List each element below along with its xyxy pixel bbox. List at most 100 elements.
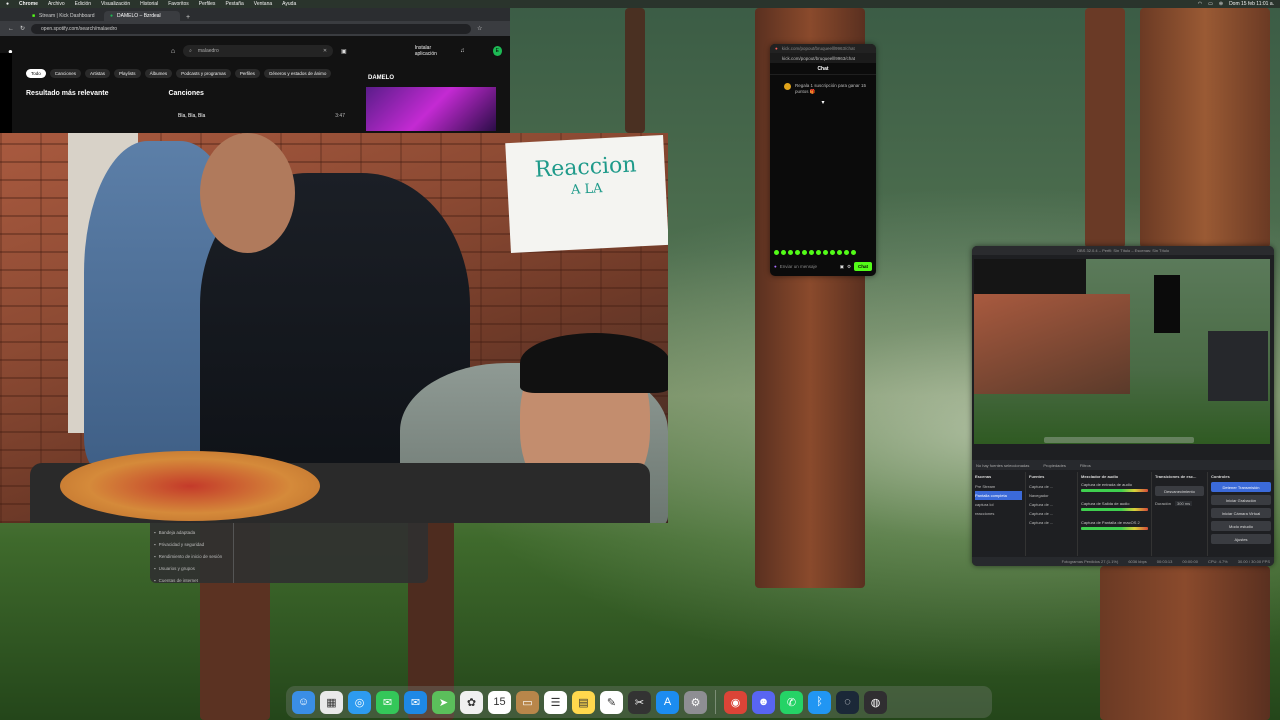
reload-icon[interactable]: ↻ <box>20 25 25 32</box>
filters-button[interactable]: Filtros <box>1080 463 1091 468</box>
safari-icon[interactable]: ◎ <box>348 690 371 714</box>
discord-icon[interactable]: ☻ <box>752 690 775 714</box>
chip-perfiles[interactable]: Perfiles <box>234 68 260 78</box>
menu-perfiles[interactable]: Perfiles <box>199 1 216 7</box>
chat-send-button[interactable]: Chat <box>854 262 872 271</box>
chip-playlists[interactable]: Playlists <box>114 68 141 78</box>
home-icon[interactable]: ⌂ <box>171 48 175 55</box>
browse-icon[interactable]: ▣ <box>341 48 347 55</box>
chat-input[interactable]: Enviar un mensaje <box>780 264 837 269</box>
settings-item[interactable]: ▪ Rendimiento de inicio de sesión <box>154 550 229 562</box>
emote-icon[interactable] <box>851 250 856 255</box>
notes-brown-icon[interactable]: ▭ <box>516 690 539 714</box>
menu-favoritos[interactable]: Favoritos <box>168 1 189 7</box>
settings-icon[interactable]: ⚙ <box>847 264 851 270</box>
source-item[interactable]: Captura de ... <box>1029 482 1074 491</box>
settings-item[interactable]: ▪ Usuarios y grupos <box>154 562 229 574</box>
search-input[interactable]: ⌕ malaedro ✕ <box>183 45 334 57</box>
chip-podcasts[interactable]: Podcasts y programas <box>176 68 231 78</box>
emote-icon[interactable] <box>823 250 828 255</box>
freeform-icon[interactable]: ✎ <box>600 690 623 714</box>
bookmark-star-icon[interactable]: ☆ <box>477 25 482 32</box>
menu-archivo[interactable]: Archivo <box>48 1 65 7</box>
emote-icon[interactable] <box>816 250 821 255</box>
obs-preview[interactable] <box>974 259 1270 444</box>
menu-ayuda[interactable]: Ayuda <box>282 1 296 7</box>
source-item[interactable]: Captura de ... <box>1029 518 1074 527</box>
menu-edicion[interactable]: Edición <box>75 1 91 7</box>
launchpad-icon[interactable]: ▦ <box>320 690 343 714</box>
menu-historial[interactable]: Historial <box>140 1 158 7</box>
settings-item[interactable]: ▪ Cuentas de internet <box>154 574 229 586</box>
source-item[interactable]: Captura de ... <box>1029 500 1074 509</box>
settings-button[interactable]: Ajustes <box>1211 534 1271 544</box>
apple-icon[interactable]: ● <box>6 1 9 7</box>
clock[interactable]: Dom 15 feb 11:01 a. <box>1229 1 1274 7</box>
menu-ventana[interactable]: Ventana <box>254 1 272 7</box>
start-recording-button[interactable]: Iniciar Grabación <box>1211 495 1271 505</box>
obs-icon[interactable]: ◍ <box>864 690 887 714</box>
new-tab-icon[interactable]: + <box>182 14 194 21</box>
tab-kick-dashboard[interactable]: ■ Stream | Kick Dashboard <box>26 11 102 21</box>
chevron-down-icon[interactable]: ▾ <box>770 99 876 106</box>
scene-item[interactable]: Pantalla completa <box>975 491 1022 500</box>
photos-icon[interactable]: ✿ <box>460 690 483 714</box>
tab-spotify[interactable]: ● DAMELO – Bzrdeal <box>104 11 180 21</box>
notes-icon[interactable]: ▤ <box>572 690 595 714</box>
install-app-link[interactable]: Instalar aplicación <box>415 45 452 57</box>
reminders-icon[interactable]: ☰ <box>544 690 567 714</box>
scene-item[interactable]: reacciones <box>975 509 1022 518</box>
volume-meter[interactable] <box>1081 489 1148 492</box>
mail-icon[interactable]: ✉ <box>404 690 427 714</box>
bluetooth-icon[interactable]: ᛒ <box>808 690 831 714</box>
finalcut-icon[interactable]: ✂ <box>628 690 651 714</box>
kick-url-bar[interactable]: kick.com/popout/bruqueelll9963/chat <box>770 53 876 63</box>
clear-search-icon[interactable]: ✕ <box>323 48 327 54</box>
gift-icon[interactable]: ▣ <box>840 264 844 270</box>
emote-icon[interactable] <box>781 250 786 255</box>
address-bar[interactable]: open.spotify.com/search/malaedro <box>31 23 472 34</box>
menu-pestana[interactable]: Pestaña <box>225 1 243 7</box>
scene-item[interactable]: Pre Stream <box>975 482 1022 491</box>
avatar[interactable]: E <box>492 46 502 56</box>
back-icon[interactable]: ← <box>8 26 14 32</box>
messages-icon[interactable]: ✉ <box>376 690 399 714</box>
source-item[interactable]: Navegador <box>1029 491 1074 500</box>
source-item[interactable]: Captura de ... <box>1029 509 1074 518</box>
finder-icon[interactable]: ☺ <box>292 690 315 714</box>
stop-streaming-button[interactable]: Detener Transmisión <box>1211 482 1271 492</box>
window-controls-icon[interactable]: ● <box>775 46 778 51</box>
emote-icon[interactable] <box>795 250 800 255</box>
emote-icon[interactable] <box>844 250 849 255</box>
emote-icon[interactable] <box>809 250 814 255</box>
duration-input[interactable]: 300 ms <box>1175 501 1193 506</box>
whatsapp-icon[interactable]: ✆ <box>780 690 803 714</box>
bell-icon[interactable]: ♫ <box>460 48 465 54</box>
properties-button[interactable]: Propiedades <box>1043 463 1065 468</box>
start-virtual-cam-button[interactable]: Iniciar Cámara Virtual <box>1211 508 1271 518</box>
sub-notice[interactable]: Regala 1 suscripción para ganar 15 punto… <box>770 75 876 95</box>
transition-select[interactable]: Desvanecimiento <box>1155 486 1204 496</box>
calendar-icon[interactable]: 15 <box>488 690 511 714</box>
emote-icon[interactable] <box>774 250 779 255</box>
chip-canciones[interactable]: Canciones <box>49 68 82 78</box>
chip-todo[interactable]: Todo <box>26 68 46 78</box>
emote-icon[interactable] <box>830 250 835 255</box>
chip-albumes[interactable]: Álbumes <box>144 68 173 78</box>
settings-item[interactable]: ▪ Privacidad y seguridad <box>154 538 229 550</box>
studio-mode-button[interactable]: Modo estudio <box>1211 521 1271 531</box>
emote-icon[interactable] <box>788 250 793 255</box>
menu-visualizacion[interactable]: Visualización <box>101 1 130 7</box>
steam-icon[interactable]: ◌ <box>836 690 859 714</box>
emote-icon[interactable] <box>837 250 842 255</box>
song-row[interactable]: Bla, Bla, Bla 3:47 <box>178 113 345 119</box>
chip-generos[interactable]: Géneros y estados de ánimo <box>263 68 332 78</box>
scene-item[interactable]: captura lol <box>975 500 1022 509</box>
volume-meter[interactable] <box>1081 508 1148 511</box>
battery-icon[interactable]: ▭ <box>1208 1 1213 7</box>
maps-icon[interactable]: ➤ <box>432 690 455 714</box>
appstore-icon[interactable]: A <box>656 690 679 714</box>
settings-item[interactable]: ▪ Bandeja adaptada <box>154 526 229 538</box>
emote-icon[interactable] <box>802 250 807 255</box>
chrome-icon[interactable]: ◉ <box>724 690 747 714</box>
